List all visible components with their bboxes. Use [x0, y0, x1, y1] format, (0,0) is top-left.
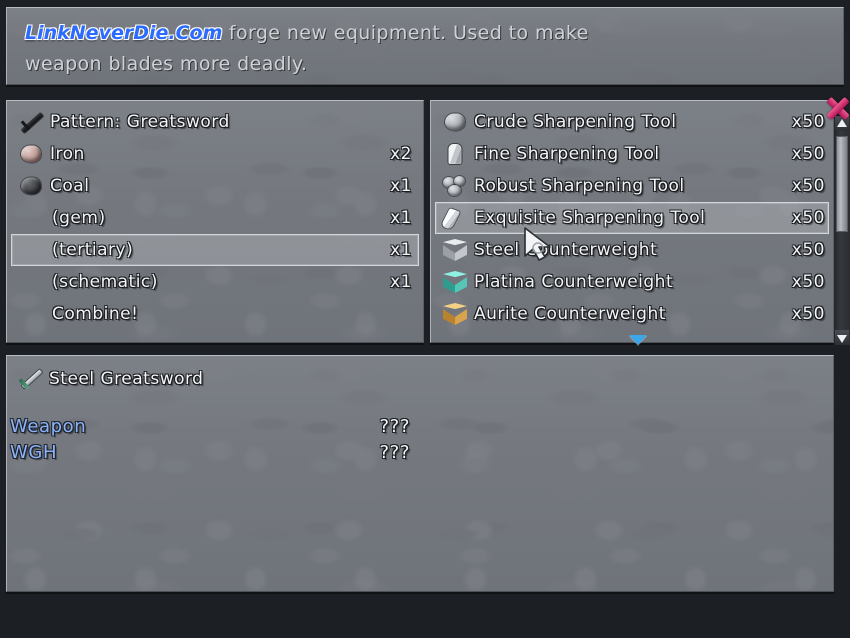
- scrollbar-thumb[interactable]: [836, 136, 848, 232]
- item-row-list: Crude Sharpening Tool x50 Fine Sharpening …: [435, 106, 829, 330]
- list-item-label: Iron: [50, 144, 85, 164]
- list-item[interactable]: (schematic) x1: [11, 266, 419, 298]
- steel-cube-icon: [440, 237, 470, 263]
- list-item[interactable]: Exquisite Sharpening Tool x50: [435, 202, 829, 234]
- list-item-quantity: x50: [791, 208, 825, 228]
- coal-ore-icon: [16, 173, 46, 199]
- whetstone-icon: [440, 141, 470, 167]
- recipe-row-list: Pattern: Greatsword Iron x2 Coal x1 (gem) x1 (t…: [11, 106, 419, 330]
- game-window: LinkNeverDie.Com forge new equipment. Us…: [0, 0, 850, 638]
- list-item-quantity: x1: [390, 208, 412, 228]
- item-list-panel: Crude Sharpening Tool x50 Fine Sharpening …: [430, 100, 834, 343]
- list-item-quantity: x1: [390, 176, 412, 196]
- list-item[interactable]: Combine!: [11, 298, 419, 330]
- description-line-1: LinkNeverDie.Com forge new equipment. Us…: [25, 22, 589, 44]
- icon-empty: [16, 205, 46, 231]
- list-item-label: (tertiary): [52, 240, 134, 260]
- list-item[interactable]: Aurite Counterweight x50: [435, 298, 829, 330]
- list-item[interactable]: (tertiary) x1: [11, 234, 419, 266]
- detail-title-row: Steel Greatsword: [15, 364, 203, 394]
- list-item-quantity: x50: [791, 240, 825, 260]
- detail-item-name: Steel Greatsword: [49, 369, 204, 389]
- scroll-down-arrow-icon[interactable]: [835, 330, 849, 345]
- gray-rock-icon: [440, 109, 470, 135]
- list-item-quantity: x50: [791, 304, 825, 324]
- list-item-label: Crude Sharpening Tool: [474, 112, 677, 132]
- list-item[interactable]: Robust Sharpening Tool x50: [435, 170, 829, 202]
- list-item-quantity: x2: [390, 144, 412, 164]
- white-wedge-icon: [440, 205, 470, 231]
- icon-empty: [16, 301, 46, 327]
- scroll-more-indicator-icon: [629, 335, 647, 345]
- list-item[interactable]: (gem) x1: [11, 202, 419, 234]
- list-item-quantity: x1: [390, 272, 412, 292]
- list-item-label: Steel Counterweight: [474, 240, 658, 260]
- list-item-quantity: x50: [791, 144, 825, 164]
- list-item-quantity: x1: [390, 240, 412, 260]
- dark-sword-icon: [16, 109, 46, 135]
- item-detail-panel: Steel Greatsword: [6, 355, 834, 592]
- list-item-label: Pattern: Greatsword: [50, 112, 230, 132]
- stat-value: ???: [379, 416, 410, 437]
- list-item-quantity: x50: [791, 176, 825, 196]
- steel-sword-icon: [15, 366, 45, 392]
- list-item-label: Coal: [50, 176, 90, 196]
- description-panel: LinkNeverDie.Com forge new equipment. Us…: [6, 7, 844, 85]
- list-item[interactable]: Steel Counterweight x50: [435, 234, 829, 266]
- aurite-cube-icon: [440, 301, 470, 327]
- list-item[interactable]: Pattern: Greatsword: [11, 106, 419, 138]
- list-item-quantity: x50: [791, 112, 825, 132]
- stat-row: WGH ???: [10, 442, 410, 463]
- list-item[interactable]: Iron x2: [11, 138, 419, 170]
- iron-ore-icon: [16, 141, 46, 167]
- list-item-quantity: x50: [791, 272, 825, 292]
- list-item-label: (gem): [52, 208, 106, 228]
- list-item-label: Exquisite Sharpening Tool: [474, 208, 706, 228]
- description-text-1: forge new equipment. Used to make: [228, 22, 589, 44]
- platina-cube-icon: [440, 269, 470, 295]
- list-item-label: Robust Sharpening Tool: [474, 176, 685, 196]
- rock-cluster-icon: [440, 173, 470, 199]
- list-item[interactable]: Coal x1: [11, 170, 419, 202]
- list-item[interactable]: Fine Sharpening Tool x50: [435, 138, 829, 170]
- list-item-label: (schematic): [52, 272, 158, 292]
- description-line-2: weapon blades more deadly.: [25, 53, 308, 75]
- watermark-text: LinkNeverDie.Com: [25, 22, 223, 44]
- list-item-label: Aurite Counterweight: [474, 304, 666, 324]
- list-item-label: Fine Sharpening Tool: [474, 144, 660, 164]
- stat-row: Weapon ???: [10, 416, 410, 437]
- item-list-scrollbar[interactable]: [834, 116, 850, 345]
- stat-label: WGH: [10, 442, 58, 463]
- list-item-label: Combine!: [52, 304, 139, 324]
- list-item-label: Platina Counterweight: [474, 272, 674, 292]
- icon-empty: [16, 237, 46, 263]
- close-icon[interactable]: [822, 93, 850, 123]
- recipe-panel: Pattern: Greatsword Iron x2 Coal x1 (gem) x1 (t…: [6, 100, 424, 343]
- stat-label: Weapon: [10, 416, 87, 437]
- list-item[interactable]: Platina Counterweight x50: [435, 266, 829, 298]
- list-item[interactable]: Crude Sharpening Tool x50: [435, 106, 829, 138]
- stat-value: ???: [379, 442, 410, 463]
- icon-empty: [16, 269, 46, 295]
